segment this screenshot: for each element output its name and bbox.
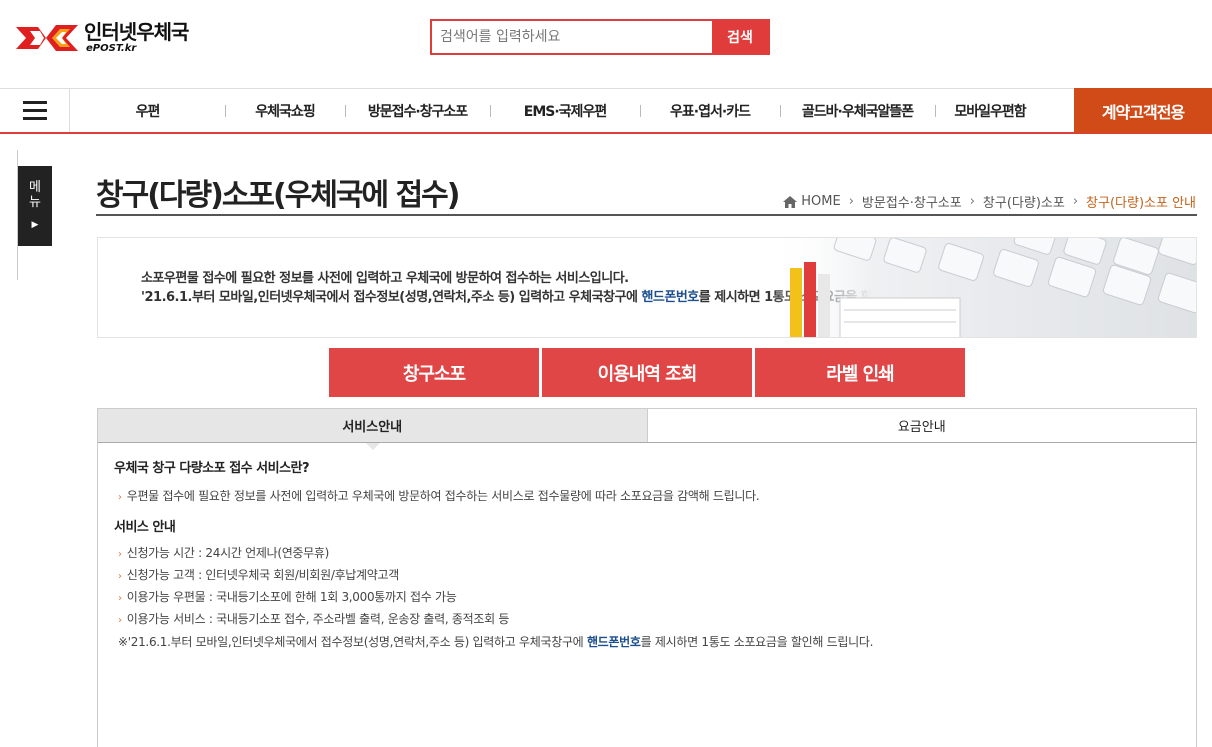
hamburger-menu-icon[interactable]	[0, 89, 70, 132]
list-item: › 신청가능 시간 : 24시간 언제나(연중무휴)	[118, 546, 330, 560]
service-info-panel: 우체국 창구 다량소포 접수 서비스란? › 우편물 접수에 필요한 정보를 사전…	[97, 443, 1197, 747]
logo-title: 인터넷우체국	[84, 20, 189, 44]
page-title: 창구(다량)소포(우체국에 접수)	[96, 178, 460, 213]
search-box: 검색	[430, 19, 770, 55]
breadcrumb-current: 창구(다량)소포 안내	[1086, 196, 1196, 211]
search-button[interactable]: 검색	[712, 21, 768, 53]
gnb-item-post[interactable]: 우편	[70, 89, 225, 132]
discount-note: ※'21.6.1.부터 모바일,인터넷우체국에서 접수정보(성명,연락처,주소 …	[118, 635, 874, 649]
content-tabs: 서비스안내 요금안내	[97, 408, 1197, 450]
breadcrumb-separator: ›	[848, 194, 854, 209]
side-menu-label-1: 메	[29, 180, 41, 195]
usage-history-button[interactable]: 이용내역 조회	[542, 348, 752, 397]
logo-subtitle: ePOST.kr	[86, 43, 137, 54]
list-item: › 신청가능 고객 : 인터넷우체국 회원/비회원/후납계약고객	[118, 568, 400, 582]
epost-logo[interactable]: 인터넷우체국 ePOST.kr	[16, 18, 206, 58]
action-buttons: 창구소포 이용내역 조회 라벨 인쇄	[329, 348, 965, 397]
counter-parcel-button[interactable]: 창구소포	[329, 348, 539, 397]
title-divider	[96, 214, 1197, 216]
breadcrumb-parcel[interactable]: 창구(다량)소포	[983, 192, 1065, 211]
bullet-arrow-icon: ›	[118, 571, 122, 582]
label-print-button[interactable]: 라벨 인쇄	[755, 348, 965, 397]
breadcrumb: HOME › 방문접수·창구소포 › 창구(다량)소포 › 창구(다량)소포 안…	[783, 192, 1196, 211]
tab-service-info[interactable]: 서비스안내	[98, 409, 648, 450]
header: 인터넷우체국 ePOST.kr 검색	[0, 0, 1212, 88]
gnb-item-goldbar[interactable]: 골드바·우체국알뜰폰	[780, 89, 935, 132]
gnb-item-ems[interactable]: EMS·국제우편	[490, 89, 640, 132]
breadcrumb-separator: ›	[1072, 194, 1079, 209]
bullet-arrow-icon: ›	[118, 593, 122, 604]
gnb-item-shopping[interactable]: 우체국쇼핑	[225, 89, 345, 132]
side-menu-label-2: 뉴	[29, 195, 41, 210]
gnb-item-visit[interactable]: 방문접수·창구소포	[345, 89, 490, 132]
contract-customer-button[interactable]: 계약고객전용	[1074, 88, 1212, 133]
chevron-right-icon: ▶	[31, 220, 39, 230]
keyboard-image	[766, 238, 1196, 337]
home-icon	[783, 195, 798, 208]
bullet-arrow-icon: ›	[118, 615, 122, 626]
list-item: › 우편물 접수에 필요한 정보를 사전에 입력하고 우체국에 방문하여 접수하는…	[118, 489, 760, 503]
intro-banner: 소포우편물 접수에 필요한 정보를 사전에 입력하고 우체국에 방문하여 접수하…	[97, 237, 1197, 338]
section-title-service: 서비스 안내	[114, 520, 176, 535]
list-item: › 이용가능 서비스 : 국내등기소포 접수, 주소라벨 출력, 운송장 출력, …	[118, 612, 510, 626]
list-item: › 이용가능 우편물 : 국내등기소포에 한해 1회 3,000통까지 접수 가능	[118, 590, 457, 604]
tab-rate-info[interactable]: 요금안내	[648, 409, 1197, 442]
breadcrumb-visit[interactable]: 방문접수·창구소포	[862, 192, 962, 211]
breadcrumb-home[interactable]: HOME	[801, 194, 840, 209]
epost-logo-mark	[16, 19, 78, 57]
bullet-arrow-icon: ›	[118, 492, 122, 503]
breadcrumb-separator: ›	[969, 194, 975, 209]
gnb-item-mobile-mailbox[interactable]: 모바일우편함	[935, 89, 1045, 132]
section-title-what: 우체국 창구 다량소포 접수 서비스란?	[114, 461, 310, 476]
bullet-arrow-icon: ›	[118, 549, 122, 560]
search-input[interactable]	[432, 21, 712, 53]
gnb-item-stamps[interactable]: 우표·엽서·카드	[640, 89, 780, 132]
side-menu-tab[interactable]: 메 뉴 ▶	[18, 166, 52, 246]
global-nav: 우편 우체국쇼핑 방문접수·창구소포 EMS·국제우편 우표·엽서·카드 골드바…	[0, 88, 1212, 134]
